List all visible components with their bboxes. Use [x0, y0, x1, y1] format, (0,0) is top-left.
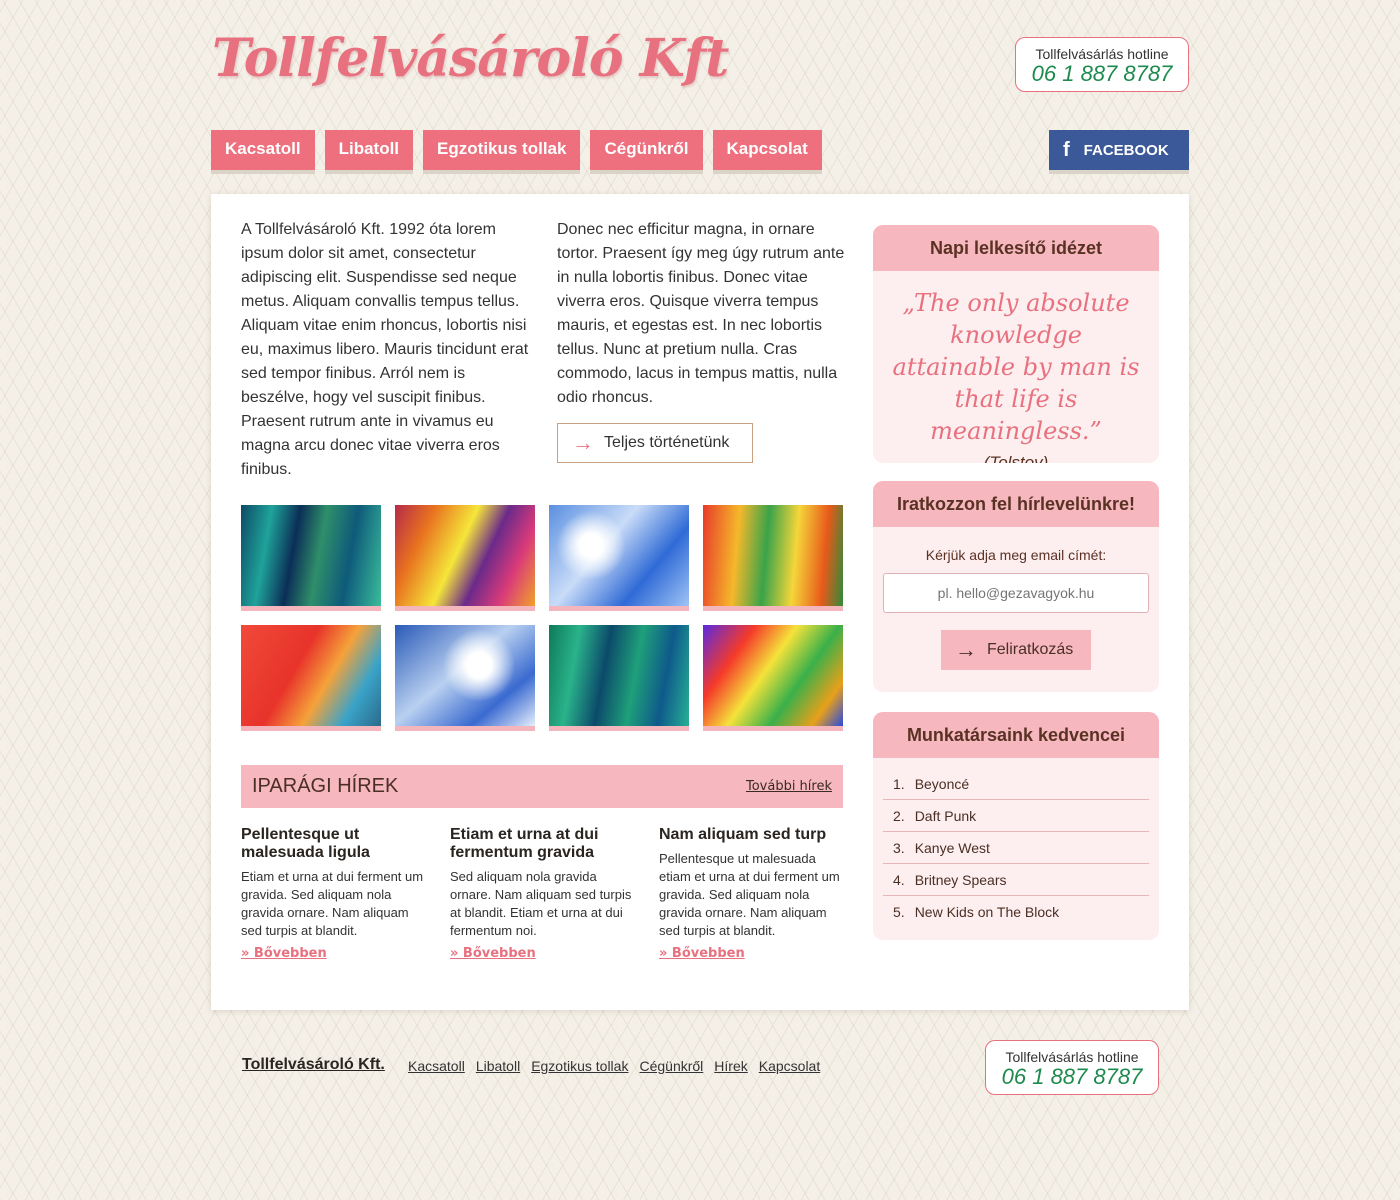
list-item: 4. Britney Spears: [883, 864, 1149, 896]
intro-text-1: A Tollfelvásároló Kft. 1992 óta lorem ip…: [241, 221, 529, 478]
favorites-title: Munkatársaink kedvencei: [873, 712, 1159, 758]
industry-news-header: IPARÁGI HÍREK További hírek: [241, 765, 843, 808]
email-label: Kérjük adja meg email címét:: [925, 547, 1107, 563]
read-more-link[interactable]: » Bővebben: [450, 946, 536, 961]
hotline-number[interactable]: 06 1 887 8787: [1016, 62, 1188, 86]
favorite-name: Daft Punk: [914, 807, 977, 824]
news-title[interactable]: Nam aliquam sed turp: [659, 826, 844, 844]
quote-author: (Tolstoy): [983, 453, 1049, 463]
feather-gallery: [241, 505, 843, 731]
favorite-name: Kanye West: [914, 839, 990, 856]
news-item: Pellentesque ut malesuada ligula Etiam e…: [241, 826, 426, 961]
main-panel: A Tollfelvásároló Kft. 1992 óta lorem ip…: [211, 194, 1189, 1010]
footer-link-egzotikus[interactable]: Egzotikus tollak: [531, 1058, 628, 1074]
list-item: 2. Daft Punk: [883, 800, 1149, 832]
favorites-list: 1. Beyoncé 2. Daft Punk 3. Kanye West 4. Bri…: [873, 758, 1159, 928]
list-number: 4.: [893, 871, 905, 888]
gallery-image[interactable]: [703, 625, 843, 731]
facebook-button[interactable]: f FACEBOOK: [1049, 130, 1189, 170]
news-title[interactable]: Pellentesque ut malesuada ligula: [241, 826, 426, 862]
gallery-image[interactable]: [395, 505, 535, 611]
newsletter-title: Iratkozzon fel hírlevelünkre!: [873, 481, 1159, 527]
hotline-label: Tollfelvásárlás hotline: [1035, 46, 1169, 62]
nav-item-kacsatoll[interactable]: Kacsatoll: [211, 130, 315, 170]
footer-link-hirek[interactable]: Hírek: [714, 1058, 747, 1074]
facebook-label: FACEBOOK: [1083, 141, 1169, 159]
gallery-image[interactable]: [549, 505, 689, 611]
gallery-image[interactable]: [241, 505, 381, 611]
hotline-number[interactable]: 06 1 887 8787: [986, 1065, 1158, 1089]
email-field[interactable]: [883, 573, 1149, 613]
footer-brand[interactable]: Tollfelvásároló Kft.: [242, 1056, 385, 1074]
nav-item-cegunkrol[interactable]: Cégünkről: [590, 130, 703, 170]
footer-link-kacsatoll[interactable]: Kacsatoll: [408, 1058, 465, 1074]
news-section-title: IPARÁGI HÍREK: [252, 775, 399, 797]
news-item: Nam aliquam sed turp Pellentesque ut mal…: [659, 826, 844, 961]
list-number: 5.: [893, 904, 905, 920]
footer-link-kapcsolat[interactable]: Kapcsolat: [759, 1058, 820, 1074]
site-logo[interactable]: Tollfelvásároló Kft: [212, 28, 729, 89]
news-title[interactable]: Etiam et urna at dui fermentum gravida: [450, 826, 635, 862]
gallery-image[interactable]: [395, 625, 535, 731]
nav-item-libatoll[interactable]: Libatoll: [324, 130, 414, 170]
daily-quote-title: Napi lelkesítő idézet: [873, 225, 1159, 271]
gallery-image[interactable]: [549, 625, 689, 731]
news-body: Sed aliquam nola gravida ornare. Nam ali…: [450, 869, 632, 938]
arrow-right-icon: →: [955, 637, 977, 662]
subscribe-button[interactable]: → Feliratkozás: [941, 630, 1091, 670]
gallery-image[interactable]: [241, 625, 381, 731]
main-nav: Kacsatoll Libatoll Egzotikus tollak Cégü…: [211, 130, 822, 170]
facebook-icon: f: [1063, 138, 1070, 161]
favorite-name: Beyoncé: [914, 775, 970, 792]
favorites-box: Munkatársaink kedvencei 1. Beyoncé 2. Daft…: [873, 712, 1159, 940]
subscribe-label: Feliratkozás: [987, 641, 1074, 658]
list-number: 3.: [893, 839, 905, 856]
news-item: Etiam et urna at dui fermentum gravida S…: [450, 826, 635, 961]
hotline-box: Tollfelvásárlás hotline 06 1 887 8787: [1015, 37, 1189, 92]
favorite-name: New Kids on The Block: [914, 904, 1060, 920]
list-number: 2.: [893, 807, 905, 824]
footer-nav: Kacsatoll Libatoll Egzotikus tollak Cégü…: [408, 1058, 820, 1074]
nav-item-egzotikus[interactable]: Egzotikus tollak: [423, 130, 581, 170]
hotline-label: Tollfelvásárlás hotline: [1005, 1049, 1139, 1065]
newsletter-box: Iratkozzon fel hírlevelünkre! Kérjük adj…: [873, 481, 1159, 692]
footer-link-cegunkrol[interactable]: Cégünkről: [639, 1058, 703, 1074]
footer-link-libatoll[interactable]: Libatoll: [476, 1058, 520, 1074]
list-item: 5. New Kids on The Block: [883, 896, 1149, 928]
footer-hotline-box: Tollfelvásárlás hotline 06 1 887 8787: [985, 1040, 1159, 1095]
full-story-button[interactable]: → Teljes történetünk: [557, 423, 753, 463]
arrow-right-icon: →: [572, 430, 594, 455]
read-more-link[interactable]: » Bővebben: [659, 946, 745, 961]
favorite-name: Britney Spears: [914, 871, 1007, 888]
read-more-link[interactable]: » Bővebben: [241, 946, 327, 961]
list-number: 1.: [893, 775, 905, 792]
list-item: 1. Beyoncé: [883, 768, 1149, 800]
list-item: 3. Kanye West: [883, 832, 1149, 864]
more-news-link[interactable]: További hírek: [746, 779, 832, 794]
news-body: Etiam et urna at dui ferment um gravida.…: [241, 869, 424, 938]
full-story-label: Teljes történetünk: [604, 434, 730, 451]
quote-text: „The only absolute knowledge attainable …: [892, 289, 1140, 445]
news-body: Pellentesque ut malesuada etiam et urna …: [659, 851, 840, 938]
daily-quote-box: Napi lelkesítő idézet „The only absolute…: [873, 225, 1159, 463]
intro-text-2: Donec nec efficitur magna, in ornare tor…: [557, 221, 845, 406]
nav-item-kapcsolat[interactable]: Kapcsolat: [712, 130, 822, 170]
gallery-image[interactable]: [703, 505, 843, 611]
